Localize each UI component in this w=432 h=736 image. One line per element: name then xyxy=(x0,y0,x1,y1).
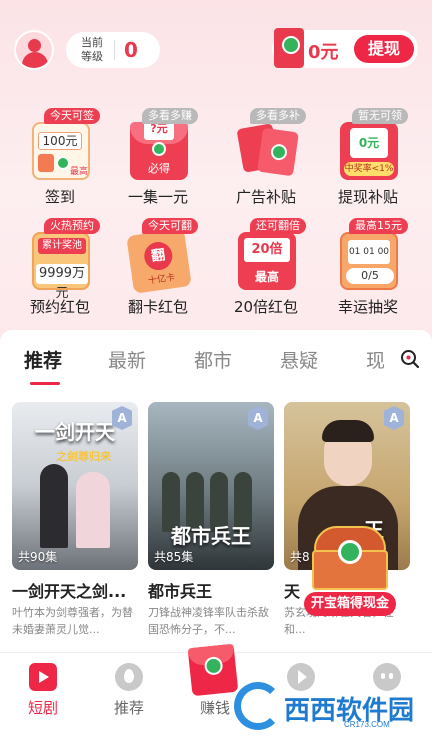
wallet-pill[interactable]: 0元 提现 xyxy=(272,28,418,68)
withdraw-button[interactable]: 提现 xyxy=(354,35,414,63)
envelope-stack-icon xyxy=(236,122,299,180)
drama-title: 都市兵王 xyxy=(148,582,213,601)
grid-label: 翻卡红包 xyxy=(127,298,188,316)
red-envelope-icon xyxy=(274,28,304,68)
tab-modern[interactable]: 现 xyxy=(366,346,385,373)
grid-item-checkin[interactable]: 100元 最高 今天可签 签到 xyxy=(6,108,114,214)
phone-reward-icon: 0元 中奖率<1% xyxy=(340,122,398,180)
level-label: 当前等级 xyxy=(81,36,103,63)
rating-badge: A xyxy=(384,406,404,430)
tag-badge: 今天可签 xyxy=(44,108,100,124)
tv-icon xyxy=(29,663,57,691)
search-icon[interactable] xyxy=(400,349,420,369)
tag-badge: 火热预约 xyxy=(44,218,100,234)
rating-badge: A xyxy=(248,406,268,430)
tab-suspense[interactable]: 悬疑 xyxy=(280,346,318,373)
flip-card-icon: 翻十亿卡 xyxy=(126,228,192,294)
level-pill[interactable]: 当前等级 0 xyxy=(66,32,160,68)
prize-pool-icon: 累计奖池 9999万元 xyxy=(32,232,90,301)
nav-short-drama[interactable]: 短剧 xyxy=(0,659,86,729)
drama-description: 刀锋战神凌锋率队击杀敌国恐怖分子，不... xyxy=(148,606,269,636)
tag-badge: 多看多补 xyxy=(250,108,306,124)
nav-recommend[interactable]: 推荐 xyxy=(86,659,172,729)
grid-label: 提现补贴 xyxy=(337,188,398,206)
active-tab-indicator xyxy=(30,382,60,385)
grid-label: 20倍红包 xyxy=(233,298,299,316)
grid-label: 幸运抽奖 xyxy=(337,298,398,316)
checkin-card-icon: 100元 最高 xyxy=(32,122,90,180)
drama-cover: 一剑开天 之剑尊归来 A 共90集 xyxy=(12,402,138,570)
tab-recommended[interactable]: 推荐 xyxy=(24,346,62,373)
treasure-chest-button[interactable]: 开宝箱得现金 xyxy=(304,592,396,616)
grid-item-withdraw-subsidy[interactable]: 0元 中奖率<1% 暂无可领 提现补贴 xyxy=(314,108,422,214)
drama-cover: 都市兵王 A 共85集 xyxy=(148,402,274,570)
drama-card[interactable]: 都市兵王 A 共85集 都市兵王 刀锋战神凌锋率队击杀敌国恐怖分子，不... xyxy=(148,402,274,638)
tag-badge: 多看多赚 xyxy=(142,108,198,124)
watermark-logo: 西西软件园 CR173.COM xyxy=(234,682,430,730)
drama-card[interactable]: 一剑开天 之剑尊归来 A 共90集 一剑开天之剑... 叶竹本为剑尊强者，为替未… xyxy=(12,402,138,638)
episode-count: 共85集 xyxy=(154,550,194,564)
red-envelope-icon[interactable] xyxy=(187,643,239,697)
grid-label: 一集一元 xyxy=(127,188,188,206)
drama-description: 叶竹本为剑尊强者，为替未婚妻萧灵儿觉... xyxy=(12,606,133,636)
episode-count: 共90集 xyxy=(18,550,58,564)
episode-count: 共8 xyxy=(290,550,310,564)
grid-item-flip-card[interactable]: 翻十亿卡 今天可翻 翻卡红包 xyxy=(104,218,212,324)
grid-item-episode-reward[interactable]: ?元 必得 多看多赚 一集一元 xyxy=(104,108,212,214)
treasure-chest-icon[interactable] xyxy=(308,526,392,592)
drama-title: 一剑开天之剑... xyxy=(12,582,127,601)
grid-item-reservation[interactable]: 累计奖池 9999万元 火热预约 预约红包 xyxy=(6,218,114,324)
tag-badge: 最高15元 xyxy=(349,218,408,234)
category-tabs: 推荐 最新 都市 悬疑 现 xyxy=(0,330,432,386)
fire-icon xyxy=(115,663,143,691)
grid-label: 广告补贴 xyxy=(235,188,296,206)
tag-badge: 今天可翻 xyxy=(142,218,198,234)
divider xyxy=(114,40,115,60)
tab-urban[interactable]: 都市 xyxy=(194,346,232,373)
grid-label: 签到 xyxy=(44,188,75,206)
slot-machine-icon: 01 01 00 0/5 xyxy=(340,232,398,290)
rating-badge: A xyxy=(112,406,132,430)
avatar[interactable] xyxy=(14,30,54,70)
tag-badge: 暂无可领 xyxy=(352,108,408,124)
tab-latest[interactable]: 最新 xyxy=(108,346,146,373)
red-envelope-icon: ?元 必得 xyxy=(130,118,188,180)
grid-item-20x-envelope[interactable]: 20倍 最高 还可翻倍 20倍红包 xyxy=(212,218,320,324)
grid-label: 预约红包 xyxy=(29,298,90,316)
wallet-amount: 0元 xyxy=(308,42,339,63)
level-value: 0 xyxy=(124,38,138,62)
grid-item-lucky-draw[interactable]: 01 01 00 0/5 最高15元 幸运抽奖 xyxy=(314,218,422,324)
tag-badge: 还可翻倍 xyxy=(250,218,306,234)
grid-item-ad-subsidy[interactable]: 多看多补 广告补贴 xyxy=(212,108,320,214)
multiplier-envelope-icon: 20倍 最高 xyxy=(238,232,296,290)
